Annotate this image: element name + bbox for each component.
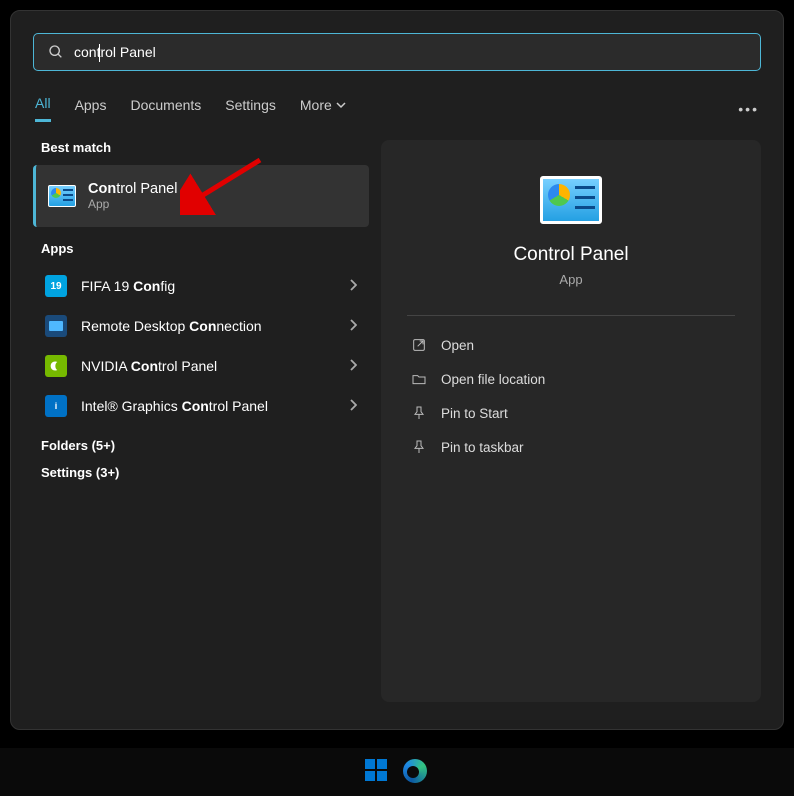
app-result-item[interactable]: 19 FIFA 19 Config bbox=[33, 266, 369, 306]
chevron-right-icon[interactable] bbox=[349, 279, 357, 294]
tab-all[interactable]: All bbox=[35, 95, 51, 122]
pin-icon bbox=[411, 405, 427, 421]
action-pin-taskbar[interactable]: Pin to taskbar bbox=[407, 430, 735, 464]
best-match-subtitle: App bbox=[88, 197, 177, 211]
tab-documents[interactable]: Documents bbox=[130, 97, 201, 121]
pin-icon bbox=[411, 439, 427, 455]
chevron-down-icon bbox=[336, 100, 346, 110]
chevron-right-icon[interactable] bbox=[349, 399, 357, 414]
options-button[interactable]: ••• bbox=[738, 101, 759, 117]
app-result-item[interactable]: i Intel® Graphics Control Panel bbox=[33, 386, 369, 426]
app-result-label: NVIDIA Control Panel bbox=[81, 358, 335, 374]
chevron-right-icon[interactable] bbox=[349, 359, 357, 374]
preview-pane: Control Panel App Open Open file locatio… bbox=[381, 140, 761, 702]
best-match-title: Control Panel bbox=[88, 181, 177, 197]
start-search-panel: All Apps Documents Settings More ••• Bes… bbox=[10, 10, 784, 730]
tab-settings[interactable]: Settings bbox=[225, 97, 276, 121]
apps-header: Apps bbox=[41, 241, 369, 256]
app-result-label: Remote Desktop Connection bbox=[81, 318, 335, 334]
tab-apps[interactable]: Apps bbox=[75, 97, 107, 121]
divider bbox=[407, 315, 735, 316]
app-result-label: Intel® Graphics Control Panel bbox=[81, 398, 335, 414]
tab-more[interactable]: More bbox=[300, 97, 346, 121]
start-button[interactable] bbox=[365, 759, 391, 785]
taskbar bbox=[0, 748, 794, 796]
action-pin-start[interactable]: Pin to Start bbox=[407, 396, 735, 430]
app-result-item[interactable]: NVIDIA Control Panel bbox=[33, 346, 369, 386]
best-match-item[interactable]: Control Panel App bbox=[33, 165, 369, 227]
action-open-location[interactable]: Open file location bbox=[407, 362, 735, 396]
preview-subtitle: App bbox=[407, 272, 735, 287]
app-result-item[interactable]: Remote Desktop Connection bbox=[33, 306, 369, 346]
action-open[interactable]: Open bbox=[407, 328, 735, 362]
fifa-icon: 19 bbox=[45, 275, 67, 297]
folder-icon bbox=[411, 371, 427, 387]
search-input[interactable] bbox=[74, 44, 746, 60]
windows-icon bbox=[365, 759, 387, 781]
search-icon bbox=[48, 44, 64, 60]
results-column: Best match Control Panel App Apps 19 FIFA… bbox=[33, 140, 369, 702]
control-panel-icon-large bbox=[540, 176, 602, 224]
filter-tabs: All Apps Documents Settings More ••• bbox=[33, 95, 761, 122]
settings-group[interactable]: Settings (3+) bbox=[41, 465, 369, 480]
folders-group[interactable]: Folders (5+) bbox=[41, 438, 369, 453]
preview-title: Control Panel bbox=[407, 244, 735, 266]
edge-icon bbox=[403, 759, 427, 783]
intel-icon: i bbox=[45, 395, 67, 417]
control-panel-icon bbox=[48, 185, 76, 207]
nvidia-icon bbox=[45, 355, 67, 377]
open-icon bbox=[411, 337, 427, 353]
rdp-icon bbox=[45, 315, 67, 337]
app-result-label: FIFA 19 Config bbox=[81, 278, 335, 294]
best-match-header: Best match bbox=[41, 140, 369, 155]
edge-button[interactable] bbox=[403, 759, 429, 785]
chevron-right-icon[interactable] bbox=[349, 319, 357, 334]
search-box[interactable] bbox=[33, 33, 761, 71]
